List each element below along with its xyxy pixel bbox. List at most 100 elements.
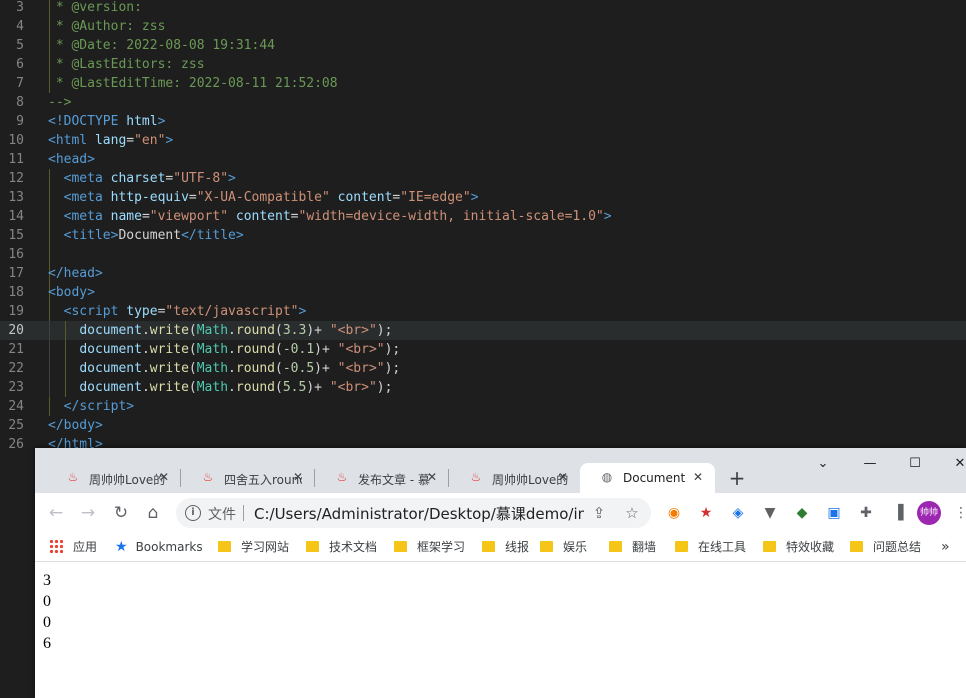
code-line[interactable]: 7 * @LastEditTime: 2022-08-11 21:52:08	[0, 74, 966, 93]
tab-close-icon[interactable]: ✕	[691, 470, 705, 484]
url-text[interactable]: C:/Users/Administrator/Desktop/慕课demo/in…	[254, 503, 584, 524]
tab-close-icon[interactable]: ✕	[425, 470, 439, 484]
output-line: 0	[43, 593, 51, 610]
code-line[interactable]: 8 -->	[0, 93, 966, 112]
browser-tab[interactable]: ♨ 周帅帅Love的 ✕	[46, 463, 181, 493]
line-number: 19	[8, 304, 24, 319]
code-line[interactable]: 17 </head>	[0, 264, 966, 283]
code-token: (	[188, 323, 197, 338]
code-line[interactable]: 19 <script type="text/javascript">	[0, 302, 966, 321]
profile-avatar[interactable]: 帅帅	[917, 501, 941, 525]
bookmark-item[interactable]: 框架学习	[394, 537, 465, 557]
tab-close-icon[interactable]: ✕	[157, 470, 171, 484]
bookmark-item[interactable]: ★ Bookmarks	[115, 537, 203, 557]
code-line[interactable]: 23 document.write(Math.round(5.5)+ "<br>…	[0, 378, 966, 397]
bookmark-item[interactable]: 线报	[482, 537, 529, 557]
bookmark-item[interactable]: 娱乐	[540, 537, 587, 557]
code-line[interactable]: 18 <body>	[0, 283, 966, 302]
bookmark-item[interactable]: 问题总结	[850, 537, 921, 557]
code-line[interactable]: 12 <meta charset="UTF-8">	[0, 169, 966, 188]
code-line[interactable]: 16	[0, 245, 966, 264]
code-token: content	[235, 209, 291, 224]
code-token: round	[235, 342, 276, 357]
reload-button[interactable]: ↻	[109, 501, 133, 525]
browser-tab[interactable]: ♨ 发布文章 - 慕 ✕	[315, 463, 449, 493]
tab-search-icon[interactable]: ⌄	[803, 450, 843, 478]
code-token: )+	[314, 361, 338, 376]
code-line[interactable]: 11 <head>	[0, 150, 966, 169]
bookmark-item[interactable]: 特效收藏	[763, 537, 834, 557]
new-tab-button[interactable]: +	[725, 466, 749, 490]
home-button[interactable]: ⌂	[141, 501, 165, 525]
browser-tab[interactable]: ◍ Document ✕	[580, 463, 715, 493]
code-text: document.write(Math.round(5.5)+ "<br>");	[48, 378, 392, 397]
code-line[interactable]: 24 </script>	[0, 397, 966, 416]
line-number: 6	[16, 57, 24, 72]
info-icon[interactable]: i	[185, 505, 201, 521]
browser-tab[interactable]: ♨ 周帅帅Love的 ✕	[449, 463, 580, 493]
code-token: =	[290, 209, 299, 224]
code-token: Math	[196, 323, 229, 338]
code-line[interactable]: 14 <meta name="viewport" content="width=…	[0, 207, 966, 226]
code-token: 5.5	[282, 380, 307, 395]
extension-lifebuoy-icon[interactable]: ◉	[664, 503, 684, 523]
bookmarks-overflow-icon[interactable]: »	[941, 537, 950, 557]
line-number: 23	[8, 380, 24, 395]
code-line[interactable]: 5 * @Date: 2022-08-08 19:31:44	[0, 36, 966, 55]
bookmark-item[interactable]: 应用	[49, 537, 97, 557]
code-token: );	[384, 361, 401, 376]
extension-translate-icon[interactable]: ◈	[728, 503, 748, 523]
code-line[interactable]: 21 document.write(Math.round(-0.1)+ "<br…	[0, 340, 966, 359]
code-token: title	[71, 228, 111, 243]
code-token: =	[188, 190, 197, 205]
code-text: -->	[48, 93, 71, 112]
code-token: <	[48, 171, 72, 186]
bookmark-star-icon[interactable]: ☆	[622, 503, 642, 523]
code-line[interactable]: 25 </body>	[0, 416, 966, 435]
code-line[interactable]: 10 <html lang="en">	[0, 131, 966, 150]
code-line[interactable]: 4 * @Author: zss	[0, 17, 966, 36]
menu-kebab-icon[interactable]: ⋮	[951, 503, 966, 523]
share-icon[interactable]: ⇪	[589, 503, 609, 523]
code-line[interactable]: 9 <!DOCTYPE html>	[0, 112, 966, 131]
code-line[interactable]: 20 document.write(Math.round(3.3)+ "<br>…	[0, 321, 966, 340]
code-token: round	[235, 361, 276, 376]
code-line[interactable]: 13 <meta http-equiv="X-UA-Compatible" co…	[0, 188, 966, 207]
code-line[interactable]: 6 * @LastEditors: zss	[0, 55, 966, 74]
extensions-puzzle-icon[interactable]: ✚	[856, 503, 876, 523]
code-line[interactable]: 3 * @version:	[0, 0, 966, 17]
code-token: >	[94, 418, 103, 433]
address-bar[interactable]: i 文件 C:/Users/Administrator/Desktop/慕课de…	[176, 498, 651, 528]
maximize-button[interactable]: ☐	[895, 450, 935, 478]
globe-icon: ◍	[601, 470, 613, 484]
code-line[interactable]: 22 document.write(Math.round(-0.5)+ "<br…	[0, 359, 966, 378]
code-token: )+	[306, 323, 330, 338]
code-token: (	[188, 361, 197, 376]
bookmark-item[interactable]: 翻墙	[609, 537, 656, 557]
extension-star-icon[interactable]: ★	[696, 503, 716, 523]
tab-close-icon[interactable]: ✕	[291, 470, 305, 484]
side-panel-icon[interactable]: ▐	[888, 503, 908, 523]
bookmark-item[interactable]: 在线工具	[675, 537, 746, 557]
line-number: 8	[16, 95, 24, 110]
code-token: )+	[314, 342, 338, 357]
bookmark-item[interactable]: 学习网站	[218, 537, 289, 557]
back-button[interactable]: ←	[44, 501, 68, 525]
code-text: <meta name="viewport" content="width=dev…	[48, 207, 612, 226]
browser-tab[interactable]: ♨ 四舍五入round ✕	[181, 463, 315, 493]
close-window-button[interactable]: ✕	[940, 450, 966, 478]
code-token: document	[79, 323, 142, 338]
extension-cube-icon[interactable]: ◆	[792, 503, 812, 523]
code-line[interactable]: 15 <title>Document</title>	[0, 226, 966, 245]
extension-vue-icon[interactable]: ▼	[760, 503, 780, 523]
code-text: * @LastEditTime: 2022-08-11 21:52:08	[48, 74, 338, 93]
bookmark-item[interactable]: 技术文档	[306, 537, 377, 557]
forward-button[interactable]: →	[76, 501, 100, 525]
code-editor[interactable]: 3 * @version: 4 * @Author: zss 5 * @Date: …	[0, 0, 966, 450]
extension-google-translate-icon[interactable]: ▣	[824, 503, 844, 523]
tab-close-icon[interactable]: ✕	[556, 470, 570, 484]
minimize-button[interactable]: —	[850, 450, 890, 478]
